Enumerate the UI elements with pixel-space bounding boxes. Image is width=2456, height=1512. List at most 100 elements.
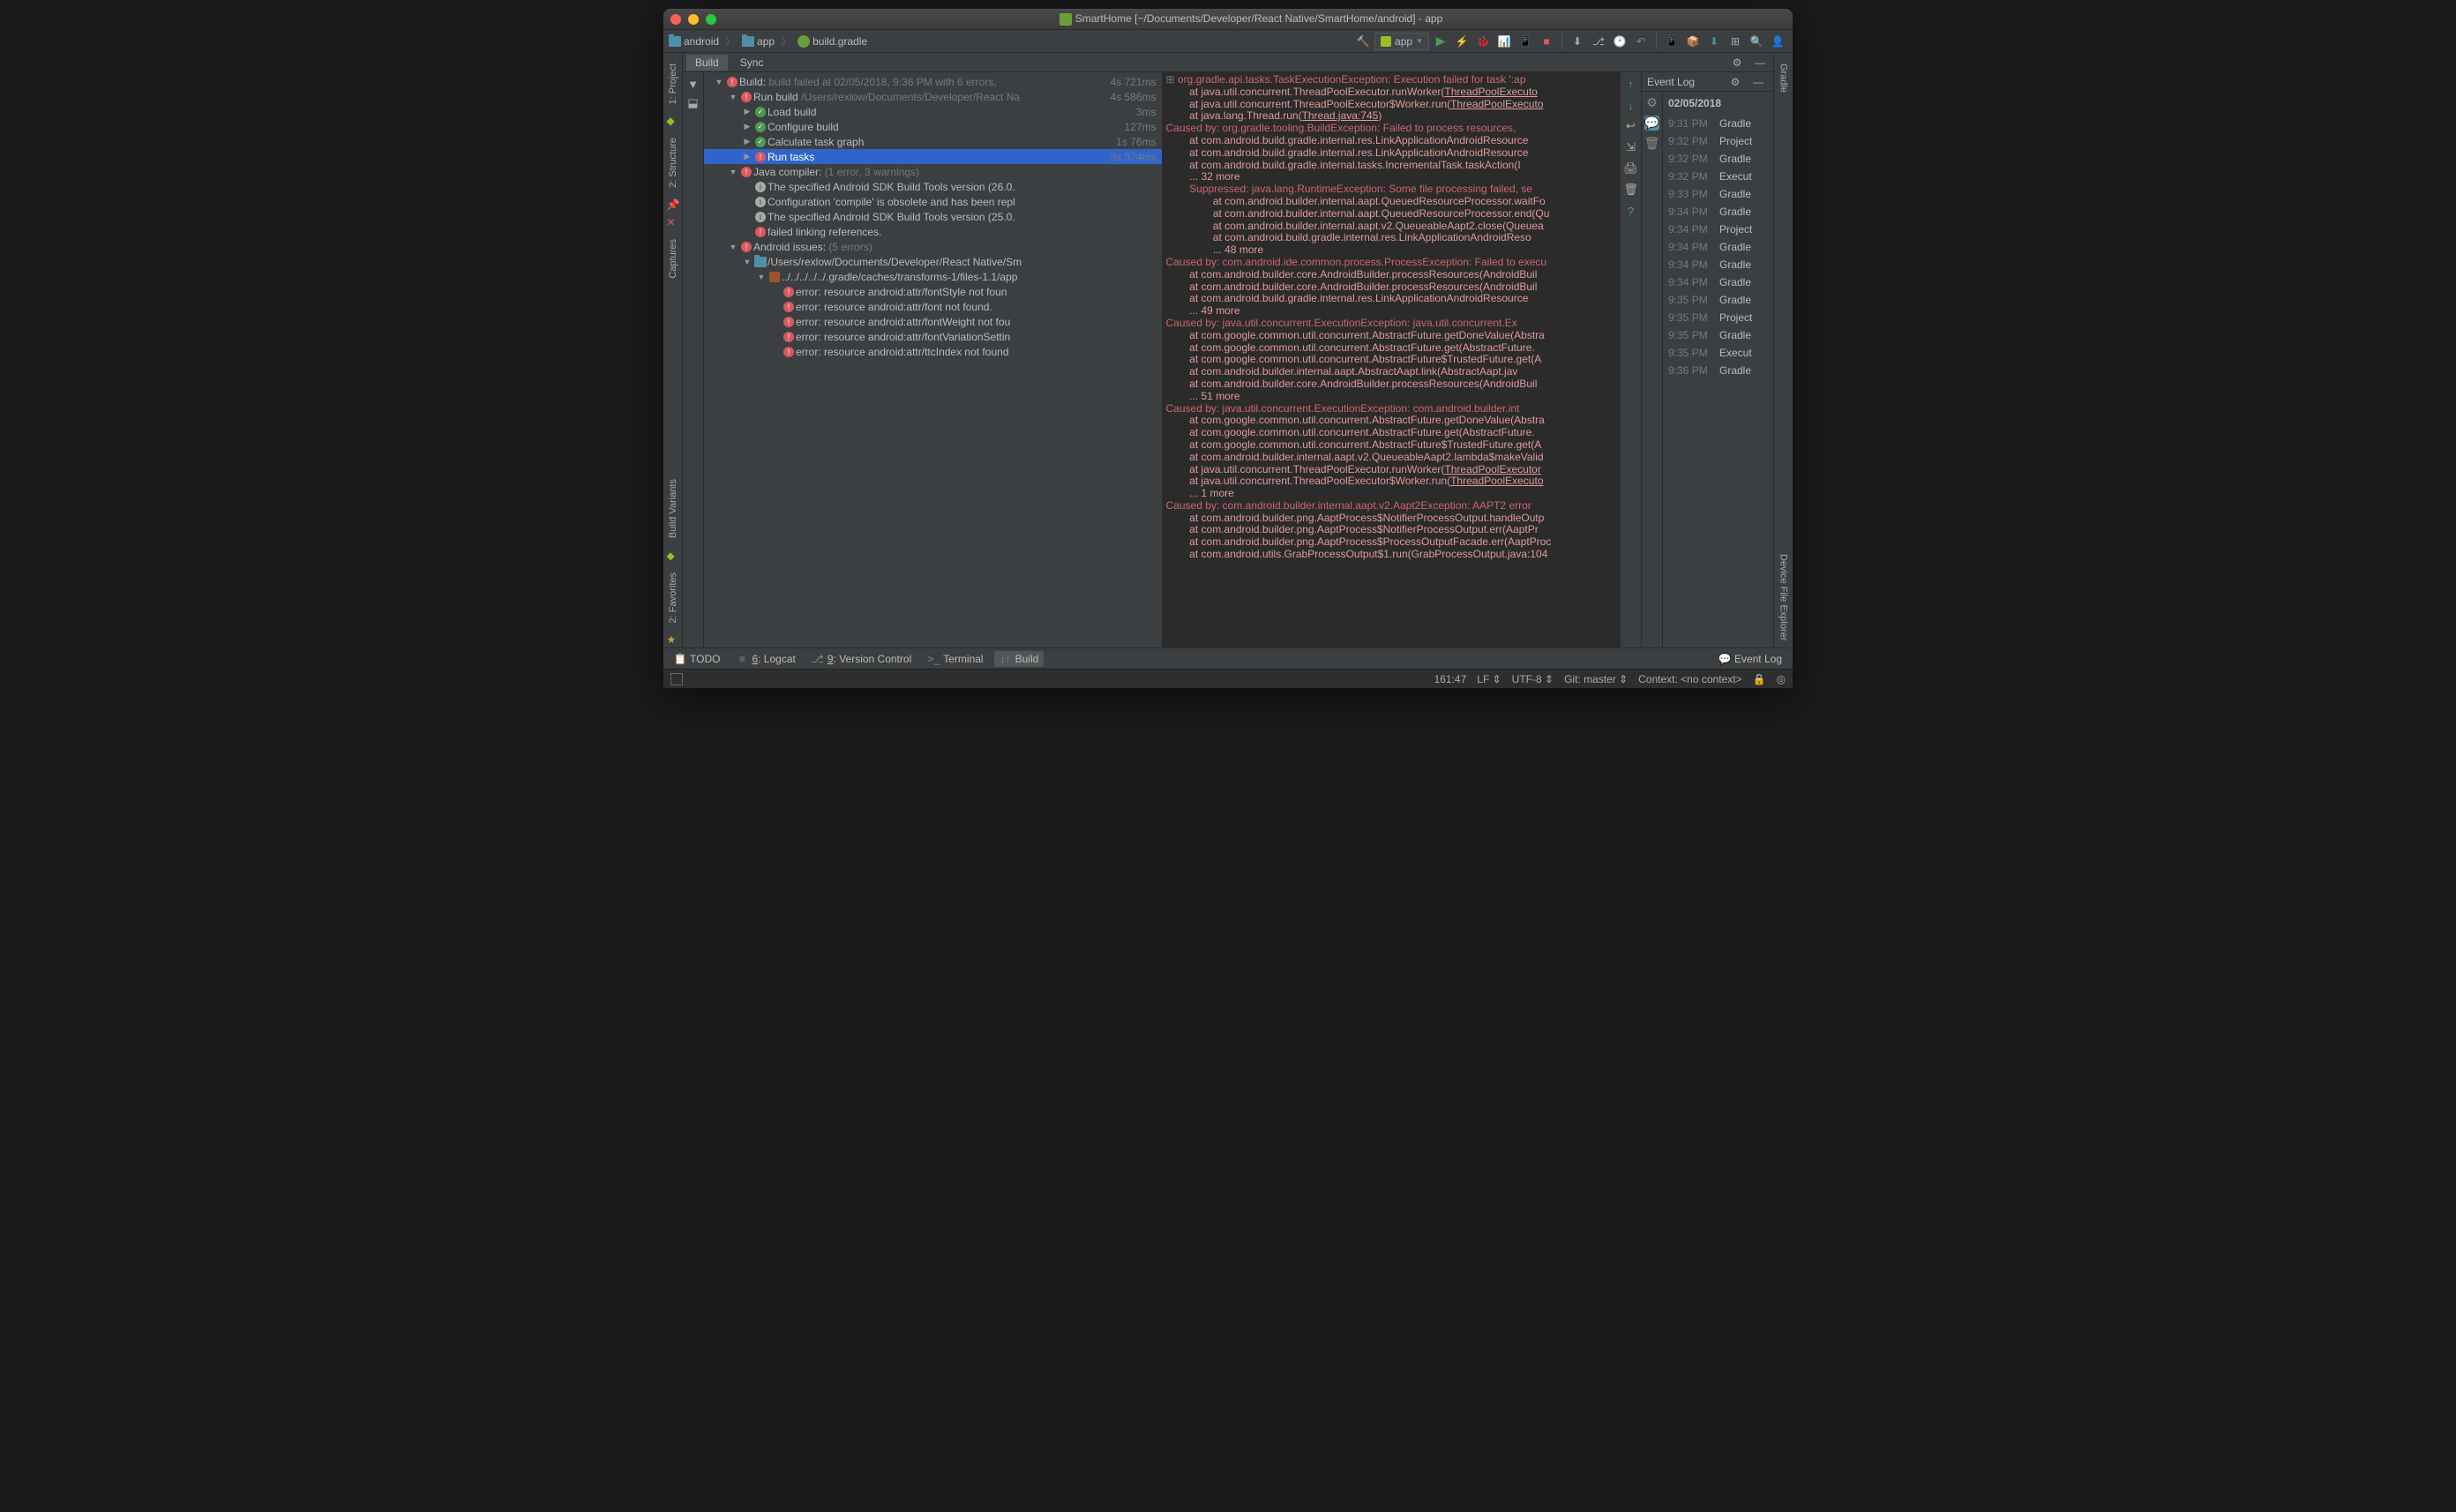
scroll-up-icon[interactable]: ↑	[1623, 76, 1639, 92]
scroll-to-end-icon[interactable]: ⇲	[1623, 139, 1639, 155]
pin-icon[interactable]: 📌	[667, 198, 679, 211]
tool-windows-toggle[interactable]	[670, 673, 683, 685]
build-tree-row[interactable]: ▼!Java compiler: (1 error, 3 warnings)	[704, 164, 1162, 179]
sync-tab[interactable]: Sync	[731, 55, 773, 71]
tree-toggle-icon[interactable]: ▶	[741, 152, 753, 161]
close-window-button[interactable]	[670, 14, 681, 25]
build-tree-row[interactable]: ▼!Run build /Users/rexlow/Documents/Deve…	[704, 89, 1162, 104]
tool-tab-build-variants[interactable]: Build Variants	[666, 472, 680, 545]
scroll-down-icon[interactable]: ↓	[1623, 97, 1639, 113]
tree-toggle-icon[interactable]: ▼	[727, 168, 739, 176]
build-tree-row[interactable]: ▼../../../../../.gradle/caches/transform…	[704, 269, 1162, 284]
event-log-row[interactable]: 9:35 PMProject	[1666, 309, 1770, 326]
build-tree-row[interactable]: !error: resource android:attr/fontWeight…	[704, 314, 1162, 329]
build-tree-row[interactable]: ▶✓Calculate task graph1s 76ms	[704, 134, 1162, 149]
help-icon[interactable]: ?	[1623, 203, 1639, 219]
breadcrumb-item[interactable]: build.gradle	[797, 35, 867, 48]
minimize-window-button[interactable]	[688, 14, 699, 25]
event-log-row[interactable]: 9:34 PMProject	[1666, 221, 1770, 238]
caret-position[interactable]: 161:47	[1434, 673, 1467, 685]
line-separator[interactable]: LF ⇕	[1477, 673, 1501, 685]
soft-wrap-icon[interactable]: ↩	[1623, 118, 1639, 134]
memory-indicator[interactable]: ◎	[1777, 673, 1786, 685]
file-encoding[interactable]: UTF-8 ⇕	[1512, 673, 1554, 685]
build-tree-row[interactable]: !failed linking references.	[704, 224, 1162, 239]
build-tree-row[interactable]: ▼!Android issues: (5 errors)	[704, 239, 1162, 254]
avd-manager-button[interactable]: 📱	[1662, 32, 1681, 51]
revert-button[interactable]: ↶	[1631, 32, 1651, 51]
event-log-row[interactable]: 9:34 PMGradle	[1666, 256, 1770, 273]
hide-panel-icon[interactable]: —	[1748, 72, 1768, 92]
breadcrumb-item[interactable]: android	[669, 35, 719, 48]
tool-tab-captures[interactable]: Captures	[666, 232, 680, 286]
event-log-row[interactable]: 9:36 PMGradle	[1666, 362, 1770, 379]
apply-changes-button[interactable]: ⚡	[1452, 32, 1471, 51]
bottom-tab[interactable]: ↓↑Build	[994, 651, 1045, 667]
search-everywhere-button[interactable]: 🔍	[1747, 32, 1766, 51]
close-icon[interactable]: ✕	[667, 216, 679, 228]
log-output[interactable]: ⊞ org.gradle.api.tasks.TaskExecutionExce…	[1163, 72, 1621, 647]
tree-toggle-icon[interactable]: ▼	[755, 273, 768, 281]
event-log-row[interactable]: 9:32 PMGradle	[1666, 150, 1770, 168]
tree-toggle-icon[interactable]: ▶	[741, 137, 753, 146]
git-pull-button[interactable]: ⬇	[1568, 32, 1587, 51]
settings-icon[interactable]: ⚙	[1727, 53, 1747, 72]
balloon-icon[interactable]: 💬	[1644, 116, 1659, 131]
build-tree-row[interactable]: ▶!Run tasks3s 374ms	[704, 149, 1162, 164]
build-tree-row[interactable]: ▼!Build: build failed at 02/05/2018, 9:3…	[704, 74, 1162, 89]
project-structure-button[interactable]: ⊞	[1726, 32, 1745, 51]
settings-icon[interactable]: ⚙	[1726, 72, 1745, 92]
build-tree-row[interactable]: iThe specified Android SDK Build Tools v…	[704, 209, 1162, 224]
build-tab[interactable]: Build	[686, 55, 728, 71]
tool-tab-project[interactable]: 1: Project	[666, 56, 680, 111]
git-branch[interactable]: Git: master ⇕	[1564, 673, 1628, 685]
event-log-row[interactable]: 9:32 PMProject	[1666, 132, 1770, 150]
build-tree-row[interactable]: iConfiguration 'compile' is obsolete and…	[704, 194, 1162, 209]
event-log-row[interactable]: 9:35 PMGradle	[1666, 326, 1770, 344]
log-link[interactable]: ThreadPoolExecutor	[1444, 463, 1540, 475]
event-log-list[interactable]: 02/05/20189:31 PMGradle9:32 PMProject9:3…	[1663, 92, 1773, 647]
event-log-row[interactable]: 9:33 PMGradle	[1666, 185, 1770, 203]
tree-toggle-icon[interactable]: ▶	[741, 122, 753, 131]
event-log-row[interactable]: 9:35 PMGradle	[1666, 291, 1770, 309]
git-push-button[interactable]: ⎇	[1589, 32, 1608, 51]
build-tree-row[interactable]: ▶✓Load build3ms	[704, 104, 1162, 119]
event-log-row[interactable]: 9:35 PMExecut	[1666, 344, 1770, 362]
print-icon[interactable]: 🖨	[1623, 161, 1639, 176]
profile-button[interactable]: 📊	[1494, 32, 1514, 51]
event-log-row[interactable]: 9:34 PMGradle	[1666, 203, 1770, 221]
tool-tab-favorites[interactable]: 2: Favorites	[666, 565, 680, 630]
clear-icon[interactable]: 🗑	[1644, 136, 1660, 151]
tree-toggle-icon[interactable]: ▼	[727, 243, 739, 251]
build-tree[interactable]: ▼!Build: build failed at 02/05/2018, 9:3…	[704, 72, 1162, 647]
build-tree-row[interactable]: !error: resource android:attr/ttcIndex n…	[704, 344, 1162, 359]
build-tree-row[interactable]: !error: resource android:attr/font not f…	[704, 299, 1162, 314]
bottom-tab[interactable]: 📋TODO	[669, 651, 725, 667]
tool-tab-structure[interactable]: 2: Structure	[666, 131, 680, 195]
tree-toggle-icon[interactable]: ▼	[727, 93, 739, 101]
build-tree-row[interactable]: iThe specified Android SDK Build Tools v…	[704, 179, 1162, 194]
event-log-row[interactable]: 9:34 PMGradle	[1666, 273, 1770, 291]
build-project-button[interactable]: 🔨	[1353, 32, 1373, 51]
log-link[interactable]: ThreadPoolExecuto	[1450, 98, 1543, 110]
user-button[interactable]: 👤	[1768, 32, 1787, 51]
git-history-button[interactable]: 🕐	[1610, 32, 1629, 51]
lock-icon[interactable]: 🔒	[1753, 673, 1766, 685]
bottom-tab[interactable]: ≡6: Logcat	[730, 651, 800, 667]
run-button[interactable]: ▶	[1431, 32, 1450, 51]
tool-tab-device-file-explorer[interactable]: Device File Explorer	[1777, 547, 1791, 647]
tree-toggle-icon[interactable]: ▼	[741, 258, 753, 266]
event-log-row[interactable]: 9:31 PMGradle	[1666, 115, 1770, 132]
bottom-tab[interactable]: >_Terminal	[922, 651, 988, 667]
sdk-manager-button[interactable]: 📦	[1683, 32, 1703, 51]
hide-panel-icon[interactable]: —	[1750, 53, 1770, 72]
bottom-tab[interactable]: ⎇9: Version Control	[806, 651, 917, 667]
settings-icon[interactable]: ⚙	[1646, 95, 1658, 110]
event-log-row[interactable]: 9:34 PMGradle	[1666, 238, 1770, 256]
debug-button[interactable]: 🐞	[1473, 32, 1493, 51]
maximize-window-button[interactable]	[706, 14, 716, 25]
attach-debugger-button[interactable]: 📱	[1516, 32, 1535, 51]
event-log-button[interactable]: 💬Event Log	[1713, 651, 1787, 667]
build-tree-row[interactable]: !error: resource android:attr/fontVariat…	[704, 329, 1162, 344]
clear-all-icon[interactable]: 🗑	[1623, 182, 1639, 198]
